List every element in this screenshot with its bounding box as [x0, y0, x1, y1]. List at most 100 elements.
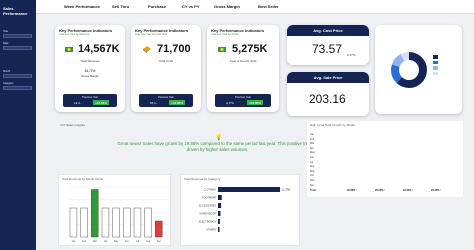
month-bar-chart: Jan Feb Mar Apr May Jun Jul Aug Sep — [68, 186, 168, 243]
month-bar — [69, 207, 78, 238]
kpi-subtitle: Year over Year by COGS — [211, 33, 239, 36]
month-bar — [80, 207, 88, 238]
kpi-name: Total Revenue — [80, 59, 100, 63]
month-bar — [123, 207, 131, 238]
kpi-card-units: Key Performance Indicators Year over Yea… — [131, 25, 201, 112]
month-bar — [144, 207, 152, 238]
insights-title: YoY Sales Insights — [60, 123, 85, 127]
previous-year-label: Previous Year — [157, 96, 174, 99]
month-tick-label: Mar — [93, 240, 97, 243]
avg-cost-value: 73.57 — [312, 42, 343, 56]
avg-cost-pct: 0.37% — [347, 53, 356, 57]
table-row-label: Apr — [310, 146, 314, 150]
previous-year-value: 12,4.. — [74, 101, 82, 105]
tab-week-performance[interactable]: Week Performance — [64, 4, 100, 9]
avg-cost-title: Avg. Cost Price — [287, 25, 369, 36]
gross-margin-label: Gross Margin — [80, 74, 99, 78]
month-bar — [112, 207, 120, 238]
tab-best-seller[interactable]: Best Seller — [258, 4, 279, 9]
kpi-value: 71,700 — [157, 43, 191, 55]
filter-category-input[interactable] — [3, 86, 32, 90]
table-row-label: Mar — [310, 142, 315, 146]
month-tick-label: Aug — [146, 240, 151, 243]
category-label: CLOTHING — [204, 189, 216, 192]
previous-year-value: 4,774.. — [226, 101, 236, 105]
kpi-card-cogs: Key Performance Indicators Year over Yea… — [207, 25, 279, 112]
kpi-footer: Previous Year 12,4.. +18.88% — [63, 94, 117, 107]
legend-swatch — [433, 66, 438, 70]
donut-chart — [391, 52, 427, 88]
kpi-subtitle: Year over Year by Units Sold — [135, 33, 167, 36]
avg-cost-card: Avg. Cost Price 73.57 0.37% — [287, 25, 369, 65]
category-bar — [218, 211, 221, 216]
growth-table-title: High Level Total Growth by Month — [310, 123, 355, 127]
table-row-label: May — [310, 151, 315, 155]
kpi-card-revenue: Key Performance Indicators Year over Yea… — [55, 25, 125, 112]
month-tick-label: May — [114, 240, 119, 243]
category-value-label: 11,756K — [282, 189, 291, 192]
table-row-label: Dec — [310, 183, 315, 187]
table-row-label: Jun — [310, 156, 315, 159]
table-row-label: Feb — [310, 137, 315, 141]
yoy-change-badge: +18.88% — [169, 100, 185, 105]
sidebar: Sales Performance Year Date Month Catego… — [0, 0, 36, 250]
category-bar — [218, 203, 222, 208]
category-chart-panel: Total Revenue by Category CLOTHING 11,756… — [180, 174, 300, 246]
category-label: ACCESSORIES — [199, 205, 217, 208]
month-tick-label: Sep — [157, 240, 162, 243]
table-total-label: Total — [310, 189, 316, 193]
month-bar — [101, 207, 110, 238]
legend-swatch — [433, 60, 438, 64]
category-bar — [218, 227, 220, 232]
month-chart-panel: Total Revenue by Month Name Jan Feb Mar Apr… — [58, 174, 171, 246]
category-label: OTHERS — [206, 229, 216, 232]
previous-year-label: Previous Year — [81, 96, 98, 99]
insights-text: Great news! Sales have grown by 19.58% c… — [117, 141, 318, 152]
kpi-footer: Previous Year 4,774.. +18.88% — [215, 94, 271, 107]
table-total-cell: 19.94% ↑ — [403, 189, 414, 193]
gross-margin-value: 63.77% — [84, 69, 96, 73]
legend-swatch — [433, 71, 438, 75]
filter-month-label: Month — [3, 70, 11, 73]
filter-year-input[interactable] — [3, 34, 32, 38]
filter-date-input[interactable] — [3, 46, 32, 50]
logo: Sales Performance — [3, 6, 28, 16]
kpi-footer: Previous Year 65,1.. +18.88% — [139, 94, 193, 107]
table-total-cell: 23.46% ↑ — [431, 189, 442, 193]
kpi-name: Total Units — [158, 59, 173, 63]
month-bar — [91, 189, 99, 238]
top-nav: Week Performance Sell Thru Purchase CY v… — [36, 0, 474, 14]
kpi-value: 14,567K — [78, 43, 120, 55]
category-bar — [218, 219, 220, 224]
growth-table-panel: High Level Total Growth by Month Jan Feb M… — [307, 121, 463, 197]
table-total-cell: 49.86% ↑ — [347, 189, 358, 193]
table-row-label: Sep — [310, 169, 315, 173]
category-bar — [218, 187, 280, 192]
tab-gross-margin[interactable]: Gross Margin — [214, 4, 240, 9]
table-row-label: Aug — [310, 165, 315, 169]
money-icon — [218, 47, 226, 52]
category-bar — [218, 195, 222, 200]
month-bar — [155, 220, 163, 238]
legend-swatch — [433, 55, 438, 59]
filter-month-input[interactable] — [3, 74, 32, 78]
table-total-cell: 20.03% ↑ — [375, 189, 386, 193]
month-tick-label: Jun — [125, 240, 130, 243]
previous-year-label: Previous Year — [234, 96, 251, 99]
kpi-subtitle: Year over Year by Revenue — [59, 33, 90, 36]
month-tick-label: Jan — [72, 240, 77, 243]
month-tick-label: Jul — [136, 240, 140, 243]
month-tick-label: Feb — [82, 240, 87, 243]
previous-year-value: 65,1.. — [150, 101, 158, 105]
money-icon — [65, 47, 73, 52]
tab-sell-thru[interactable]: Sell Thru — [112, 4, 129, 9]
tab-cy-vs-py[interactable]: CY vs PY — [182, 4, 200, 9]
table-row-label: Nov — [310, 179, 315, 182]
tab-purchase[interactable]: Purchase — [148, 4, 166, 9]
table-row-label: Jul — [310, 160, 314, 164]
yoy-change-badge: +18.88% — [247, 100, 263, 105]
category-label: HOME DECOR — [200, 213, 217, 216]
category-label: ELECTRONICS — [199, 221, 216, 224]
month-chart-title: Total Revenue by Month Name — [62, 177, 104, 181]
yoy-change-badge: +18.88% — [93, 100, 109, 105]
